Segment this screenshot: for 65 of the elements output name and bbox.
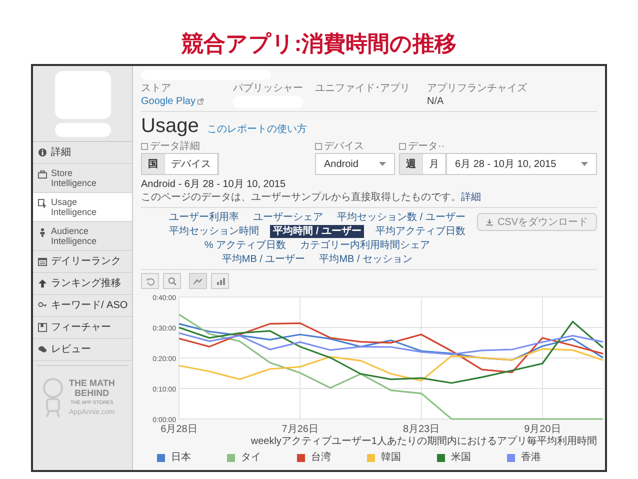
field-label: パブリッシャー <box>233 83 303 95</box>
legend-label: 韓国 <box>381 451 401 464</box>
field-value: N/A <box>427 95 444 109</box>
undo-button[interactable] <box>141 273 159 289</box>
device-select[interactable]: Android <box>315 153 395 175</box>
filter-label: データ詳細 <box>150 140 200 154</box>
key-icon <box>38 301 47 310</box>
person-icon <box>38 228 47 237</box>
legend-label: タイ <box>241 451 261 464</box>
report-title: Usage <box>141 114 199 138</box>
legend-label: 香港 <box>521 451 541 464</box>
metric-tab[interactable]: ユーザーシェア <box>250 211 326 224</box>
metric-tab[interactable]: ユーザー利用率 <box>166 211 242 224</box>
promo-text: BEHIND <box>74 388 110 398</box>
data-note: このページのデータは、ユーザーサンプルから直接取得したものです。詳細 <box>141 191 482 204</box>
field-label: ストア <box>141 83 172 95</box>
sidebar-item[interactable]: Usage Intelligence <box>33 193 132 222</box>
undo-icon <box>146 276 154 286</box>
legend-label: 米国 <box>451 451 471 464</box>
filter-label: デバイス <box>324 140 364 154</box>
metric-tab[interactable]: 平均MB / ユーザー <box>218 253 308 266</box>
speech-bubble-icon <box>38 345 47 354</box>
help-link[interactable]: このレポートの使い方 <box>206 122 307 137</box>
legend-label: 台湾 <box>311 451 331 464</box>
store-link[interactable]: Google Play <box>141 94 204 109</box>
checkbox-icon <box>315 143 322 150</box>
bar-chart-icon <box>216 277 224 285</box>
up-arrow-icon <box>38 279 47 288</box>
x-tick-label: 9月20日 <box>524 424 561 435</box>
metric-tab[interactable]: 平均MB / セッション <box>316 253 416 266</box>
x-tick-label: 8月23日 <box>402 424 440 435</box>
bar-chart-button[interactable] <box>211 273 229 289</box>
metric-tab[interactable]: % アクティブ日数 <box>201 239 290 252</box>
field-label: アプリフランチャイズ <box>427 83 528 95</box>
details-link[interactable]: 詳細 <box>461 192 481 203</box>
segment-option[interactable]: 国 <box>142 154 165 174</box>
zoom-button[interactable] <box>163 273 181 289</box>
metric-tab[interactable]: 平均アクティブ日数 <box>372 225 468 238</box>
caret-icon <box>581 162 588 166</box>
filter-label: データ·· <box>408 140 445 154</box>
download-icon <box>486 218 494 226</box>
segment-option[interactable]: 週 <box>400 154 423 174</box>
metric-tab[interactable]: 平均時間 / ユーザー <box>270 225 364 238</box>
metric-tab[interactable]: カテゴリー内利用時間シェア <box>297 239 434 252</box>
caret-icon <box>379 162 386 166</box>
zoom-icon <box>168 276 176 286</box>
briefcase-icon <box>38 170 47 179</box>
cursor-icon <box>38 199 47 208</box>
slide-title: 競合アプリ:消費時間の推移 <box>181 30 457 58</box>
line-chart-icon <box>193 278 203 284</box>
bookmark-icon <box>38 323 47 332</box>
x-tick-label: 7月26日 <box>282 424 318 435</box>
date-summary: Android - 6月 28 - 10月 10, 2015 <box>141 178 287 191</box>
chart-caption: weeklyアクティブユーザー1人あたりの期間内におけるアプリ毎平均利用時間 <box>250 435 597 448</box>
field-label: ユニファイド･アプリ <box>315 83 411 95</box>
info-icon <box>38 148 47 157</box>
x-tick-label: 6月28日 <box>160 424 198 435</box>
metric-tab[interactable]: 平均セッション時間 <box>166 225 262 238</box>
external-link-icon <box>197 98 204 105</box>
mascot-icon <box>41 378 65 418</box>
promo-text: THE MATH <box>69 378 115 388</box>
legend-label: 日本 <box>171 451 191 464</box>
date-range-select[interactable]: 6月 28 - 10月 10, 2015 <box>447 153 597 175</box>
metric-tab[interactable]: 平均セッション数 / ユーザー <box>334 211 468 224</box>
line-chart-button[interactable] <box>189 273 207 289</box>
